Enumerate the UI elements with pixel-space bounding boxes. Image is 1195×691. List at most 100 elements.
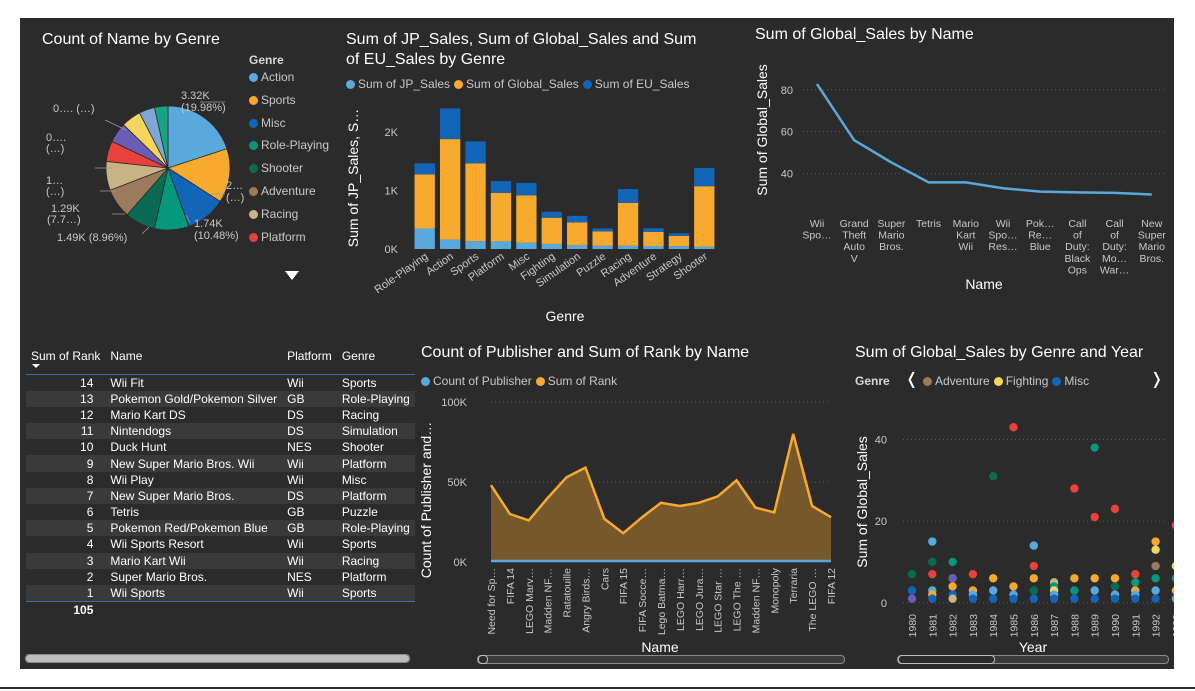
legend-item[interactable]: Misc <box>249 116 286 130</box>
cell-sum-of-rank: 10 <box>80 440 94 455</box>
legend-item[interactable]: Action <box>249 70 294 84</box>
y-tick-label: 0K <box>385 244 399 256</box>
table-row[interactable]: 11 Nintendogs DS Simulation <box>26 423 415 440</box>
table-row[interactable]: 12 Mario Kart DS DS Racing <box>26 407 415 423</box>
y-tick-label: 2K <box>385 127 399 139</box>
scatter-point <box>907 594 917 603</box>
x-tick-label: 1987 <box>1049 614 1061 638</box>
table-total: 105 <box>26 601 106 619</box>
table-scrollbar-thumb[interactable] <box>26 655 409 662</box>
pie-data-label: (19.98%) <box>181 102 226 114</box>
x-tick-label: LEGO Star … <box>713 568 725 633</box>
legend-label: Sports <box>261 92 296 107</box>
column-header-sum-of-rank[interactable]: Sum of Rank <box>26 348 105 374</box>
cell-sum-of-rank: 3 <box>26 552 106 569</box>
column-header-genre[interactable]: Genre <box>337 348 415 374</box>
legend-item[interactable]: Racing <box>249 207 298 221</box>
legend-item[interactable]: Sports <box>249 93 296 107</box>
scatter-point <box>1110 574 1120 583</box>
cell-name: Super Mario Bros. <box>110 569 208 584</box>
more-legend-down-icon[interactable] <box>285 271 299 280</box>
x-tick-label: LEGO Marv… <box>524 568 536 634</box>
scatter-point <box>989 574 998 583</box>
x-tick-label: Mario <box>1139 241 1165 253</box>
table-row[interactable]: 10 Duck Hunt NES Shooter <box>26 439 415 455</box>
scatter-point <box>1029 586 1038 595</box>
scatter-point <box>1110 504 1120 514</box>
cell-genre: Simulation <box>336 423 415 440</box>
scatter-point <box>1151 545 1160 554</box>
pie-data-label: 1.74K <box>194 218 223 230</box>
scatter-point <box>1029 574 1038 583</box>
table-row[interactable]: 2 Super Mario Bros. NES Platform <box>26 569 415 585</box>
scatter-point <box>1090 594 1099 603</box>
scatter-point <box>948 557 957 567</box>
x-tick-label: Call <box>1106 218 1124 230</box>
bar-segment <box>414 174 435 229</box>
legend-item[interactable]: Platform <box>249 230 306 244</box>
table-row[interactable]: 9 New Super Mario Bros. Wii Wii Platform <box>26 455 415 472</box>
scatter-point <box>1110 582 1120 591</box>
cell-platform: DS <box>287 407 304 422</box>
table-horizontal-scrollbar[interactable] <box>25 654 410 663</box>
area-scrollbar-thumb[interactable] <box>478 655 488 664</box>
cell-platform: Wii <box>287 375 304 390</box>
scatter-point <box>1151 586 1160 595</box>
scatter-scrollbar-thumb[interactable] <box>898 655 995 664</box>
cell-sum-of-rank: 12 <box>80 407 94 422</box>
legend-item[interactable]: Adventure <box>249 184 316 198</box>
bar-segment <box>516 182 537 196</box>
bar-segment <box>439 239 461 249</box>
legend-item[interactable]: Shooter <box>249 161 303 175</box>
table-row[interactable]: 6 Tetris GB Puzzle <box>26 504 415 520</box>
table-row[interactable]: 14 Wii Fit Wii Sports <box>26 374 415 391</box>
cell-name: Wii Sports Resort <box>110 537 204 552</box>
area-horizontal-scrollbar[interactable] <box>477 655 845 664</box>
x-tick-label: 1989 <box>1090 614 1102 638</box>
x-tick-label: LEGO The … <box>732 568 744 631</box>
bar-segment <box>592 228 613 232</box>
x-tick-label: Terraria <box>788 568 800 604</box>
bar-segment <box>516 242 537 249</box>
y-tick-label: 60 <box>781 127 793 139</box>
scatter-horizontal-scrollbar[interactable] <box>897 655 1169 664</box>
x-tick-label: Madden NF… <box>750 568 762 633</box>
y-tick-label: 50K <box>447 477 467 489</box>
scatter-point <box>1131 594 1140 603</box>
table-row[interactable]: 5 Pokemon Red/Pokemon Blue GB Role-Playing <box>26 520 415 537</box>
legend-swatch <box>249 164 258 174</box>
table-row[interactable]: 13 Pokemon Gold/Pokemon Silver GB Role-Play… <box>26 390 415 407</box>
scatter-point <box>948 582 957 591</box>
bar-segment <box>694 186 715 247</box>
pie-data-label: 3.32K <box>181 90 210 102</box>
cell-sum-of-rank: 11 <box>26 423 106 440</box>
area-fill-sum-of-rank <box>491 434 831 562</box>
x-tick-label: FIFA 15 <box>618 568 630 604</box>
scatter-point <box>928 557 937 567</box>
table-row[interactable]: 7 New Super Mario Bros. DS Platform <box>26 487 415 504</box>
column-header-name[interactable]: Name <box>105 348 282 374</box>
table-row[interactable]: 4 Wii Sports Resort Wii Sports <box>26 536 415 552</box>
y-tick-label: 0K <box>454 557 468 569</box>
column-header-platform[interactable]: Platform <box>282 348 337 374</box>
x-tick-label: 1981 <box>927 614 939 638</box>
x-tick-label: 1984 <box>988 614 1000 638</box>
x-tick-label: FIFA 14 <box>505 568 517 604</box>
sort-desc-icon[interactable] <box>32 364 40 368</box>
scatter-point <box>1171 594 1174 603</box>
x-tick-label: Super <box>877 218 906 230</box>
scatter-point <box>907 586 917 595</box>
scatter-chart: 0 20 40 1980 1981 1982 1983 1984 1985 1986 1987 198… <box>854 423 1174 655</box>
bar-segment <box>490 241 512 249</box>
table-row[interactable]: 8 Wii Play Wii Misc <box>26 472 415 488</box>
x-tick-label: Wii <box>810 218 825 230</box>
x-tick-label: Mario <box>878 230 904 242</box>
scatter-point <box>1171 586 1174 595</box>
legend-item[interactable]: Role-Playing <box>249 138 329 152</box>
rank-table[interactable]: Sum of Rank Name Platform Genre 14 Wii Fi… <box>26 348 415 619</box>
x-axis-title: Genre <box>546 308 585 324</box>
cell-platform: GB <box>287 505 305 520</box>
table-row[interactable]: 3 Mario Kart Wii Wii Racing <box>26 552 415 569</box>
line-panel: Sum of Global_Sales by Name 40 60 80 Wii Spo… <box>745 18 1174 318</box>
table-row[interactable]: 1 Wii Sports Wii Sports <box>26 584 415 602</box>
